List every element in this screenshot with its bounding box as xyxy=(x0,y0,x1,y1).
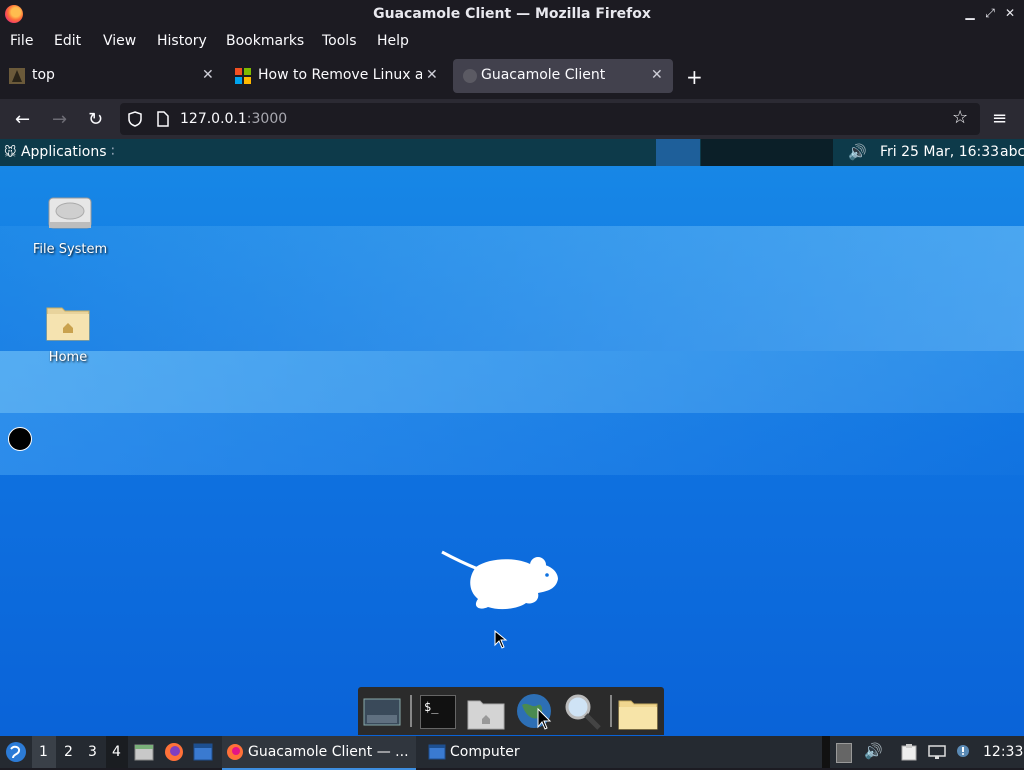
window-title: Guacamole Client — Mozilla Firefox xyxy=(373,6,651,22)
task-label: Computer xyxy=(450,744,520,760)
url-bar[interactable]: 127.0.0.1:3000 ☆ xyxy=(120,103,980,135)
workspace-1-label: 1 xyxy=(39,744,48,760)
dock: $_ xyxy=(358,687,664,735)
close-tab-icon[interactable]: ✕ xyxy=(426,67,438,83)
bookmark-star-icon[interactable]: ☆ xyxy=(952,107,968,128)
close-tab-icon[interactable]: ✕ xyxy=(202,67,214,83)
reload-icon[interactable]: ↻ xyxy=(88,109,103,130)
tab-favicon-icon xyxy=(9,68,25,84)
network-icon[interactable] xyxy=(928,744,946,760)
taskbar-clock[interactable]: 12:33 xyxy=(983,744,1023,760)
forward-arrow-icon[interactable]: → xyxy=(52,109,67,130)
volume-icon[interactable]: 🔊 xyxy=(848,143,867,161)
page-icon xyxy=(157,111,169,127)
workspace-switcher-3[interactable] xyxy=(745,139,789,166)
minimize-icon[interactable]: ▁ xyxy=(962,5,978,21)
menu-tools[interactable]: Tools xyxy=(322,33,357,49)
shield-icon[interactable] xyxy=(128,111,142,127)
restore-icon[interactable]: ⤢ xyxy=(982,5,998,21)
url-text[interactable]: 127.0.0.1:3000 xyxy=(180,111,287,127)
panel-clock[interactable]: Fri 25 Mar, 16:33 xyxy=(880,144,999,160)
workspace-3[interactable]: 3 xyxy=(88,744,97,760)
guacamole-favicon-icon xyxy=(463,69,477,83)
notification-icon[interactable] xyxy=(954,743,972,761)
web-browser-icon[interactable] xyxy=(514,691,554,731)
xfce-top-panel: 🐭 Applications ∶ 🔊 Fri 25 Mar, 16:33 abc xyxy=(0,139,1024,166)
cursor-dot xyxy=(8,427,32,451)
desktop-icon-label: Home xyxy=(48,350,88,365)
menu-edit[interactable]: Edit xyxy=(54,33,81,49)
firefox-icon xyxy=(227,744,243,760)
whisker-menu-icon[interactable] xyxy=(5,741,27,763)
panel-user[interactable]: abc xyxy=(1000,144,1024,160)
dock-separator xyxy=(410,695,412,727)
task-computer[interactable]: Computer xyxy=(424,736,544,768)
tab-label: How to Remove Linux an xyxy=(258,67,422,83)
home-folder-icon[interactable] xyxy=(466,691,506,731)
wallpaper-band xyxy=(0,413,1024,475)
applications-menu[interactable]: 🐭 Applications ∶ xyxy=(4,144,115,160)
menu-help[interactable]: Help xyxy=(377,33,409,49)
workspace-switcher-4[interactable] xyxy=(789,139,833,166)
tab-top[interactable]: top ✕ xyxy=(0,59,222,93)
folder-icon[interactable] xyxy=(618,691,658,731)
tab-label: top xyxy=(32,67,55,83)
tab-bar: top ✕ How to Remove Linux an ✕ Guacamole… xyxy=(0,55,1024,99)
wallpaper-band xyxy=(0,226,1024,351)
tray-toggle-icon[interactable] xyxy=(836,743,852,763)
close-window-icon[interactable]: ✕ xyxy=(1002,5,1018,21)
menu-file[interactable]: File xyxy=(10,33,33,49)
wallpaper-band xyxy=(0,351,1024,413)
file-manager-launcher-icon[interactable] xyxy=(134,743,154,761)
tray-separator xyxy=(822,736,830,768)
menu-bookmarks[interactable]: Bookmarks xyxy=(226,33,304,49)
clipboard-icon[interactable] xyxy=(900,743,918,761)
workspace-4-label: 4 xyxy=(112,744,121,760)
workspace-switcher-2[interactable] xyxy=(701,139,745,166)
tab-label: Guacamole Client xyxy=(481,67,606,83)
menu-history[interactable]: History xyxy=(157,33,207,49)
window-icon xyxy=(428,744,446,760)
menu-bar: File Edit View History Bookmarks Tools H… xyxy=(0,28,1024,55)
window-titlebar: Guacamole Client — Mozilla Firefox ▁ ⤢ ✕ xyxy=(0,0,1024,28)
desktop-icon-home[interactable]: Home xyxy=(18,302,118,365)
firefox-launcher-icon[interactable] xyxy=(164,742,184,762)
xfce-mouse-logo xyxy=(441,550,558,610)
desktop-icon-label: File System xyxy=(32,242,108,257)
new-tab-button[interactable]: + xyxy=(686,65,703,89)
window-launcher-icon[interactable] xyxy=(193,743,213,761)
dock-separator xyxy=(610,695,612,727)
task-label: Guacamole Client — ... xyxy=(248,744,409,760)
tab-how-to-remove-linux[interactable]: How to Remove Linux an ✕ xyxy=(226,59,448,93)
mouse-pointer-icon xyxy=(494,630,508,649)
tab-guacamole-client[interactable]: Guacamole Client ✕ xyxy=(453,59,673,93)
home-folder-icon xyxy=(46,307,90,341)
search-icon[interactable] xyxy=(562,691,602,731)
close-tab-icon[interactable]: ✕ xyxy=(651,67,663,83)
task-guacamole-client[interactable]: Guacamole Client — ... xyxy=(222,736,416,770)
workspace-2[interactable]: 2 xyxy=(64,744,73,760)
desktop[interactable]: File System Home xyxy=(0,166,1024,736)
terminal-icon[interactable]: $_ xyxy=(420,695,456,729)
harddrive-icon xyxy=(48,197,92,229)
navigation-bar: ← → ↻ 127.0.0.1:3000 ☆ ≡ xyxy=(0,99,1024,139)
microsoft-logo-icon xyxy=(235,68,251,84)
tray-volume-icon[interactable]: 🔊 xyxy=(864,742,883,760)
bottom-taskbar: 1 2 3 4 Guacamole Client — ... Computer … xyxy=(0,736,1024,770)
desktop-icon-file-system[interactable]: File System xyxy=(20,194,120,257)
back-arrow-icon[interactable]: ← xyxy=(15,109,30,130)
menu-view[interactable]: View xyxy=(103,33,136,49)
hamburger-menu-icon[interactable]: ≡ xyxy=(992,108,1007,129)
workspace-switcher-1[interactable] xyxy=(656,139,700,166)
show-desktop-icon[interactable] xyxy=(362,691,402,731)
xfce-mouse-icon: 🐭 xyxy=(4,145,17,159)
